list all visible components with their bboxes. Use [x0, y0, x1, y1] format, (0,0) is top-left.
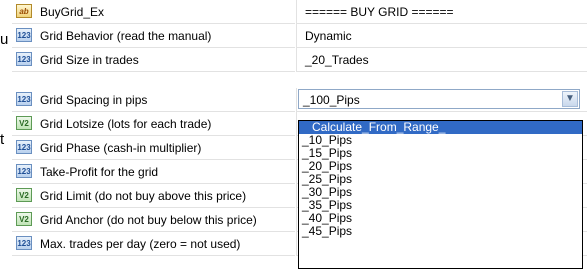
- property-row[interactable]: 123 Grid Behavior (read the manual) Dyna…: [12, 24, 587, 48]
- select-value: _100_Pips: [303, 93, 360, 107]
- integer-type-icon: 123: [16, 164, 32, 178]
- grid-spacing-select[interactable]: _100_Pips ▼: [298, 89, 580, 109]
- grid-spacing-dropdown-list: Calculate_From_Range_ _10_Pips _15_Pips …: [298, 120, 583, 269]
- background-text-fragment: t: [0, 131, 5, 148]
- integer-type-icon: 123: [16, 140, 32, 154]
- property-label: Grid Lotsize (lots for each trade): [40, 117, 212, 131]
- property-label: Grid Phase (cash-in multiplier): [40, 141, 202, 155]
- double-type-icon: V2: [16, 212, 32, 226]
- property-label: Grid Size in trades: [40, 53, 139, 67]
- integer-type-icon: 123: [16, 92, 32, 106]
- double-type-icon: V2: [16, 188, 32, 202]
- property-value-cell[interactable]: _20_Trades: [296, 48, 587, 72]
- property-label: Grid Limit (do not buy above this price): [40, 189, 247, 203]
- property-row-grid-spacing[interactable]: 123 Grid Spacing in pips _100_Pips ▼: [12, 88, 587, 112]
- property-row[interactable]: 123 Grid Size in trades _20_Trades: [12, 48, 587, 72]
- property-name-cell[interactable]: V2 Grid Limit (do not buy above this pri…: [12, 184, 295, 208]
- property-value-cell[interactable]: ====== BUY GRID ======: [296, 0, 587, 24]
- property-label: BuyGrid_Ex: [40, 5, 105, 19]
- property-row[interactable]: ab BuyGrid_Ex ====== BUY GRID ======: [12, 0, 587, 24]
- string-type-icon: ab: [16, 4, 32, 18]
- property-label: Take-Profit for the grid: [40, 165, 159, 179]
- property-label: Grid Spacing in pips: [40, 93, 148, 107]
- property-name-cell[interactable]: 123 Grid Spacing in pips: [12, 88, 295, 112]
- integer-type-icon: 123: [16, 28, 32, 42]
- integer-type-icon: 123: [16, 236, 32, 250]
- double-type-icon: V2: [16, 116, 32, 130]
- property-name-cell[interactable]: V2 Grid Anchor (do not buy below this pr…: [12, 208, 295, 232]
- property-label: Max. trades per day (zero = not used): [40, 237, 241, 251]
- chevron-down-icon[interactable]: ▼: [562, 91, 578, 107]
- property-name-cell[interactable]: 123 Take-Profit for the grid: [12, 160, 295, 184]
- background-text-fragment: u: [0, 31, 9, 48]
- property-value: ====== BUY GRID ======: [305, 5, 454, 19]
- property-label: Grid Behavior (read the manual): [40, 29, 212, 43]
- property-value-cell[interactable]: Dynamic: [296, 24, 587, 48]
- integer-type-icon: 123: [16, 52, 32, 66]
- property-label: Grid Anchor (do not buy below this price…: [40, 213, 257, 227]
- property-name-cell[interactable]: 123 Grid Behavior (read the manual): [12, 24, 295, 48]
- property-name-cell[interactable]: 123 Grid Phase (cash-in multiplier): [12, 136, 295, 160]
- property-name-cell[interactable]: ab BuyGrid_Ex: [12, 0, 295, 24]
- dropdown-option[interactable]: _45_Pips: [299, 225, 582, 238]
- property-name-cell[interactable]: V2 Grid Lotsize (lots for each trade): [12, 112, 295, 136]
- property-value: _20_Trades: [305, 53, 369, 67]
- property-value: Dynamic: [305, 29, 352, 43]
- property-name-cell[interactable]: 123 Max. trades per day (zero = not used…: [12, 232, 295, 256]
- property-name-cell[interactable]: 123 Grid Size in trades: [12, 48, 295, 72]
